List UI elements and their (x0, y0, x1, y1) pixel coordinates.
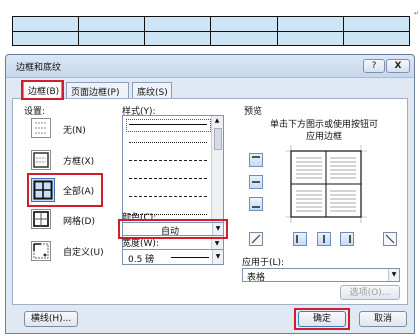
horizontal-line-button[interactable]: 横线(H)... (24, 311, 78, 327)
setting-none-label[interactable]: 无(N) (63, 123, 86, 136)
style-selected-frame (126, 119, 211, 132)
border-left-button[interactable] (293, 232, 307, 246)
close-button[interactable]: X (386, 59, 410, 73)
apply-to-value: 表格 (247, 273, 266, 283)
dialog-title: 边框和底纹 (16, 63, 62, 73)
options-button[interactable]: 选项(O)... (340, 285, 400, 300)
style-fine-dashed[interactable] (129, 160, 207, 161)
setting-grid-label[interactable]: 网格(D) (63, 214, 95, 227)
tab-page-border[interactable]: 页面边框(P) (66, 82, 129, 98)
preview-instruction-line2: 应用边框 (305, 132, 342, 142)
chevron-down-icon[interactable]: ▼ (388, 269, 399, 281)
width-select[interactable]: 0.5 磅 ▼ (122, 249, 224, 265)
scroll-up-icon[interactable]: ▲ (212, 116, 222, 126)
border-inside-vertical-button[interactable] (317, 232, 331, 246)
border-top-button[interactable] (249, 153, 263, 167)
cancel-button[interactable]: 取消 (359, 311, 407, 327)
style-dashed[interactable] (129, 178, 207, 179)
chevron-down-icon[interactable]: ▼ (212, 250, 223, 264)
apply-to-select[interactable]: 表格 ▼ (242, 268, 400, 283)
setting-box-icon[interactable] (31, 150, 51, 170)
highlight-borders-tab (21, 80, 64, 100)
width-value: 0.5 磅 (128, 255, 155, 265)
document-table (11, 16, 411, 46)
borders-and-shading-dialog: 边框和底纹 ? X 边框(B) 页面边框(P) 底纹(S) 设置: 无(N) 方… (5, 54, 415, 334)
style-dash-dot[interactable] (129, 196, 207, 197)
border-bottom-button[interactable] (249, 197, 263, 211)
setting-grid-icon[interactable] (31, 209, 51, 229)
apply-to-label: 应用于(L): (242, 258, 285, 268)
border-right-button[interactable] (340, 232, 354, 246)
setting-custom-label[interactable]: 自定义(U) (63, 245, 104, 258)
width-line-sample (171, 257, 209, 258)
dialog-titlebar[interactable]: 边框和底纹 ? X (6, 55, 414, 78)
setting-box-label[interactable]: 方框(X) (63, 154, 94, 167)
preview-label: 预览 (244, 107, 263, 117)
border-diagonal-down-button[interactable] (383, 232, 397, 246)
highlight-ok (294, 308, 350, 330)
settings-label: 设置: (24, 107, 46, 117)
style-dotted[interactable] (129, 142, 207, 143)
border-inside-horizontal-button[interactable] (249, 175, 263, 189)
highlight-setting-all (27, 173, 103, 207)
setting-none-icon[interactable] (31, 118, 51, 138)
scroll-thumb[interactable] (214, 128, 222, 150)
paragraph-mark: ↵ (414, 10, 419, 17)
help-button[interactable]: ? (363, 59, 385, 73)
setting-custom-icon[interactable] (31, 241, 51, 261)
preview-area[interactable] (285, 145, 367, 223)
tab-shading[interactable]: 底纹(S) (132, 82, 172, 98)
border-diagonal-up-button[interactable] (249, 232, 263, 246)
scroll-down-icon[interactable]: ▼ (212, 239, 222, 249)
width-label: 宽度(W): (122, 239, 159, 249)
